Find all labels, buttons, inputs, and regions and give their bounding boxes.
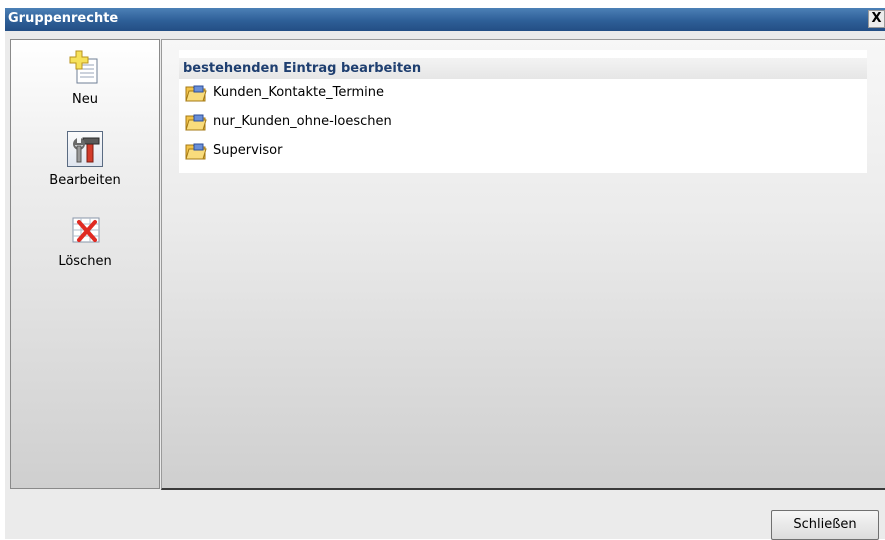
folder-icon bbox=[185, 84, 207, 102]
dialog-window: Gruppenrechte X Neu Bearbeiten Löschen b… bbox=[5, 8, 885, 540]
list-header: bestehenden Eintrag bearbeiten bbox=[179, 58, 867, 79]
sidebar-item-delete[interactable]: Löschen bbox=[11, 212, 159, 269]
sidebar-item-label: Neu bbox=[72, 92, 98, 107]
list-item-label: Supervisor bbox=[213, 143, 283, 158]
window-title: Gruppenrechte bbox=[8, 11, 119, 26]
sidebar-item-label: Bearbeiten bbox=[49, 173, 121, 188]
button-bar bbox=[5, 491, 885, 539]
folder-icon bbox=[185, 142, 207, 160]
list-item-label: Kunden_Kontakte_Termine bbox=[213, 85, 384, 100]
list-item[interactable]: Kunden_Kontakte_Termine bbox=[185, 82, 485, 104]
folder-icon bbox=[185, 113, 207, 131]
list-item-label: nur_Kunden_ohne-loeschen bbox=[213, 114, 392, 129]
close-window-button[interactable]: X bbox=[868, 10, 885, 28]
action-sidebar: Neu Bearbeiten Löschen bbox=[10, 39, 160, 489]
new-document-icon bbox=[67, 50, 103, 86]
sidebar-item-new[interactable]: Neu bbox=[11, 50, 159, 107]
tools-icon bbox=[67, 131, 103, 167]
title-bar: Gruppenrechte X bbox=[5, 8, 885, 31]
list-item[interactable]: Supervisor bbox=[185, 140, 485, 162]
sidebar-item-label: Löschen bbox=[58, 254, 112, 269]
list-item[interactable]: nur_Kunden_ohne-loeschen bbox=[185, 111, 485, 133]
sidebar-item-edit[interactable]: Bearbeiten bbox=[11, 131, 159, 188]
close-button[interactable]: Schließen bbox=[771, 510, 879, 540]
delete-grid-icon bbox=[67, 212, 103, 248]
entry-list-panel: bestehenden Eintrag bearbeiten Kunden_Ko… bbox=[179, 50, 867, 173]
content-area: bestehenden Eintrag bearbeiten Kunden_Ko… bbox=[161, 39, 885, 490]
